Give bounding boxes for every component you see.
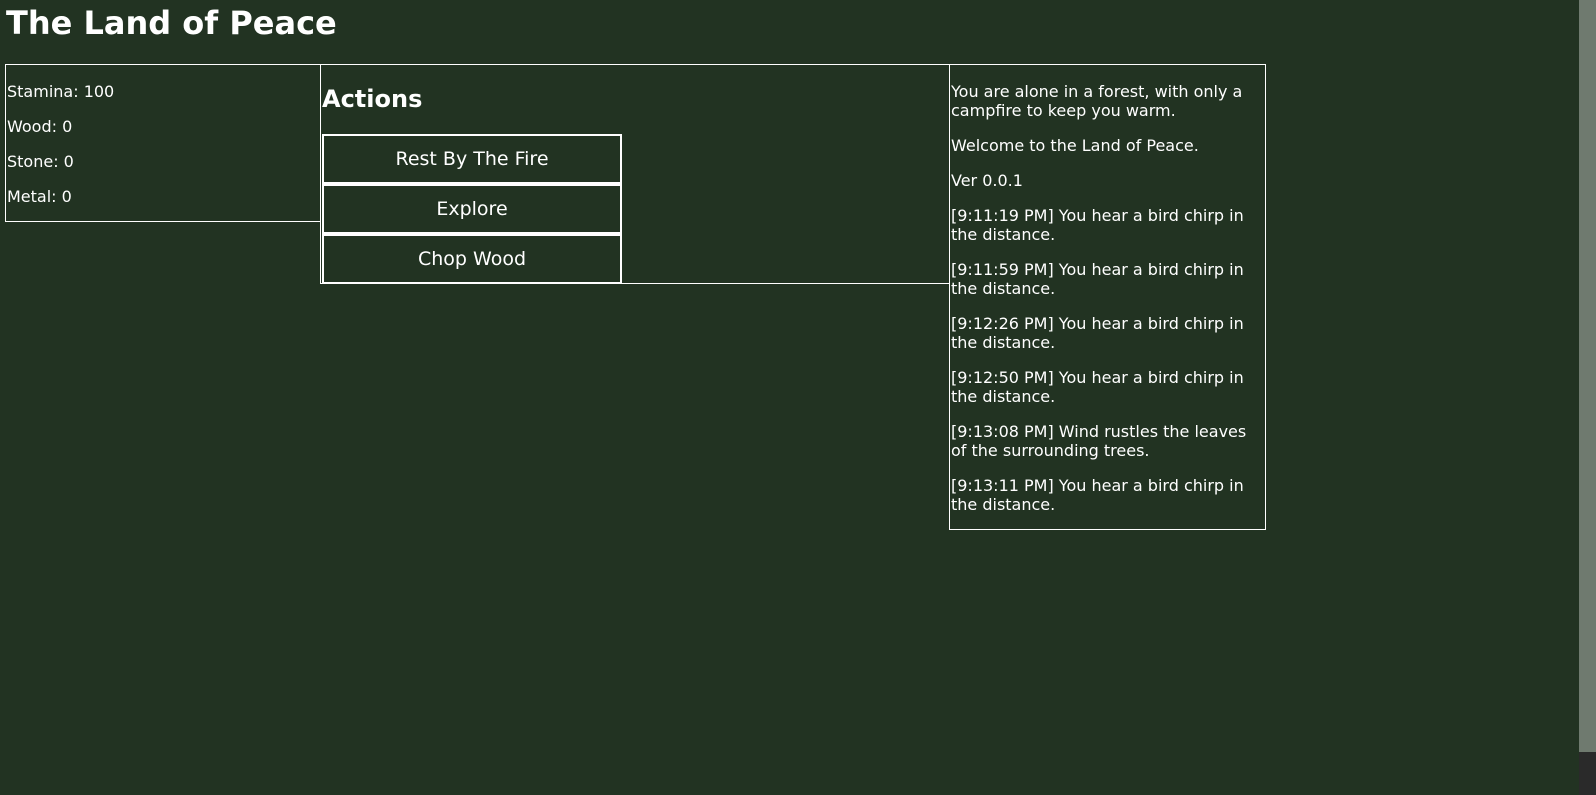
- explore-button[interactable]: Explore: [322, 184, 622, 234]
- stat-stone: Stone: 0: [7, 152, 74, 171]
- log-message: Ver 0.0.1: [951, 171, 1023, 190]
- log-message: Welcome to the Land of Peace.: [951, 136, 1199, 155]
- stats-panel: Stamina: 100 Wood: 0 Stone: 0 Metal: 0: [5, 64, 321, 222]
- stat-wood: Wood: 0: [7, 117, 73, 136]
- rest-by-fire-button[interactable]: Rest By The Fire: [322, 134, 622, 184]
- page-title: The Land of Peace: [6, 4, 337, 42]
- log-message: [9:12:50 PM] You hear a bird chirp in th…: [951, 368, 1244, 406]
- stat-metal: Metal: 0: [7, 187, 72, 206]
- message-log-panel: You are alone in a forest, with only a c…: [949, 64, 1266, 530]
- actions-heading: Actions: [322, 85, 423, 113]
- stat-stamina: Stamina: 100: [7, 82, 115, 101]
- log-message: [9:11:19 PM] You hear a bird chirp in th…: [951, 206, 1244, 244]
- log-message: [9:11:59 PM] You hear a bird chirp in th…: [951, 260, 1244, 298]
- log-message: [9:13:08 PM] Wind rustles the leaves of …: [951, 422, 1247, 460]
- scrollbar-thumb[interactable]: [1579, 752, 1596, 795]
- actions-panel: Actions Rest By The Fire Explore Chop Wo…: [320, 64, 950, 284]
- log-message: You are alone in a forest, with only a c…: [951, 82, 1243, 120]
- page-scrollbar[interactable]: [1579, 0, 1596, 795]
- log-message: [9:13:11 PM] You hear a bird chirp in th…: [951, 476, 1244, 514]
- log-message: [9:12:26 PM] You hear a bird chirp in th…: [951, 314, 1244, 352]
- game-root: The Land of Peace Stamina: 100 Wood: 0 S…: [0, 0, 1596, 795]
- chop-wood-button[interactable]: Chop Wood: [322, 234, 622, 284]
